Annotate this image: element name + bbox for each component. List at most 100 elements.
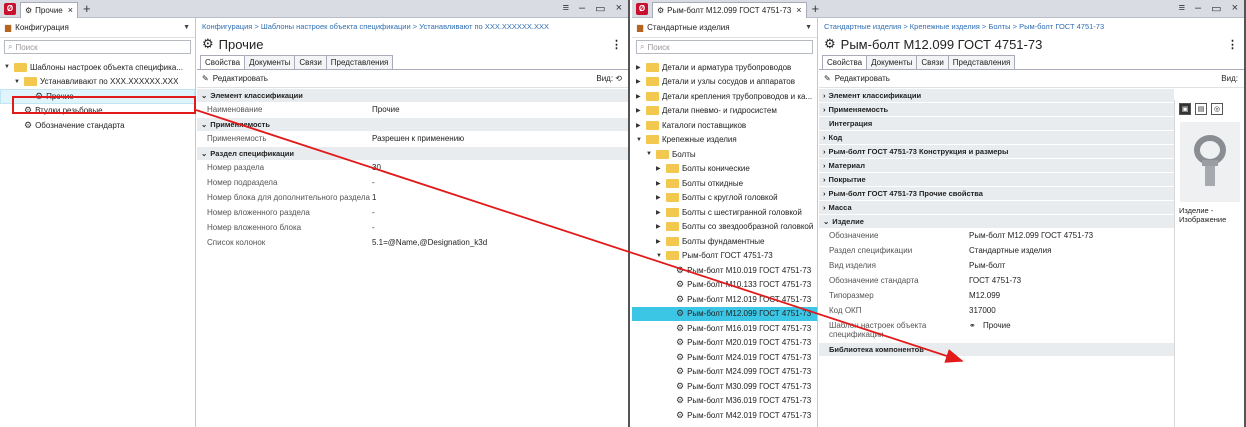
tree-folder[interactable]: ▶ Болты с шестигранной головкой bbox=[632, 205, 817, 220]
catalog-dropdown[interactable]: ▆ Стандартные изделия ▼ bbox=[632, 18, 817, 38]
expanded-arrow-icon[interactable]: ▼ bbox=[636, 137, 643, 143]
tab-0[interactable]: Свойства bbox=[200, 55, 246, 69]
collapsed-arrow-icon[interactable]: ▶ bbox=[656, 209, 663, 216]
document-icon[interactable]: ▤ bbox=[1195, 103, 1207, 115]
section-header[interactable]: ⌄ Раздел спецификации bbox=[197, 146, 628, 160]
section-header[interactable]: ⌄ Изделие bbox=[819, 214, 1174, 228]
tree-item[interactable]: ⚙ Рым-болт М12.019 ГОСТ 4751-73 bbox=[632, 292, 817, 307]
maximize-icon[interactable]: ▭ bbox=[1211, 2, 1221, 15]
section-header[interactable]: › Применяемость bbox=[819, 102, 1174, 116]
tree-item[interactable]: ⚙ Обозначение стандарта bbox=[0, 118, 195, 133]
tree-folder[interactable]: ▼ Болты bbox=[632, 147, 817, 162]
tree-folder[interactable]: ▶ Детали и узлы сосудов и аппаратов bbox=[632, 75, 817, 90]
tree-item-label: Рым-болт М12.019 ГОСТ 4751-73 bbox=[687, 294, 812, 304]
collapsed-arrow-icon[interactable]: ▶ bbox=[636, 122, 643, 129]
tree-folder[interactable]: ▶ Каталоги поставщиков bbox=[632, 118, 817, 133]
more-options-icon[interactable]: ⋮ bbox=[1227, 38, 1238, 51]
minimize-icon[interactable]: – bbox=[579, 2, 585, 15]
section-header[interactable]: › Материал bbox=[819, 158, 1174, 172]
close-tab-icon[interactable]: × bbox=[796, 5, 801, 15]
tab-3[interactable]: Представления bbox=[947, 55, 1016, 69]
close-window-icon[interactable]: × bbox=[616, 2, 622, 15]
collapsed-arrow-icon[interactable]: ▶ bbox=[636, 78, 643, 85]
tree-item[interactable]: ⚙ Рым-болт М24.099 ГОСТ 4751-73 bbox=[632, 365, 817, 380]
section-header[interactable]: Библиотека компонентов bbox=[819, 342, 1174, 356]
collapsed-arrow-icon[interactable]: ▶ bbox=[656, 180, 663, 187]
expanded-arrow-icon[interactable]: ▼ bbox=[646, 151, 653, 157]
folder-icon bbox=[646, 77, 659, 87]
new-tab-button[interactable]: + bbox=[83, 1, 91, 16]
edit-button[interactable]: Редактировать bbox=[213, 74, 268, 83]
tree-item[interactable]: ⚙ Рым-болт М36.019 ГОСТ 4751-73 bbox=[632, 394, 817, 409]
edit-button[interactable]: Редактировать bbox=[835, 74, 890, 83]
tree-folder[interactable]: ▶ Детали пневмо- и гидросистем bbox=[632, 104, 817, 119]
tree-folder[interactable]: ▶ Болты откидные bbox=[632, 176, 817, 191]
tree-folder[interactable]: ▶ Болты конические bbox=[632, 162, 817, 177]
expanded-arrow-icon[interactable]: ▼ bbox=[4, 64, 11, 70]
minimize-icon[interactable]: – bbox=[1195, 2, 1201, 15]
section-header[interactable]: › Масса bbox=[819, 200, 1174, 214]
collapsed-arrow-icon[interactable]: ▶ bbox=[656, 238, 663, 245]
tree-item[interactable]: ⚙ Рым-болт М20.019 ГОСТ 4751-73 bbox=[632, 336, 817, 351]
tree-item[interactable]: ⚙ Рым-болт М24.019 ГОСТ 4751-73 bbox=[632, 350, 817, 365]
section-header[interactable]: › Рым-болт ГОСТ 4751-73 Прочие свойства bbox=[819, 186, 1174, 200]
tree-item[interactable]: ⚙ Рым-болт М10.133 ГОСТ 4751-73 bbox=[632, 278, 817, 293]
tab-2[interactable]: Связи bbox=[916, 55, 949, 69]
new-tab-button[interactable]: + bbox=[812, 1, 820, 16]
tree-folder[interactable]: ▼ Рым-болт ГОСТ 4751-73 bbox=[632, 249, 817, 264]
view-selector[interactable]: Вид: bbox=[1221, 74, 1238, 83]
more-options-icon[interactable]: ⋮ bbox=[611, 38, 622, 51]
tab-2[interactable]: Связи bbox=[294, 55, 327, 69]
tree-item[interactable]: ⚙ Рым-болт М10.019 ГОСТ 4751-73 bbox=[632, 263, 817, 278]
section-header[interactable]: › Элемент классификации bbox=[819, 88, 1174, 102]
section-header[interactable]: ⌄ Элемент классификации bbox=[197, 88, 628, 102]
doc-tab[interactable]: ⚙ Рым-болт М12.099 ГОСТ 4751-73 × bbox=[652, 1, 807, 18]
tree-folder[interactable]: ▼ Крепежные изделия bbox=[632, 133, 817, 148]
tree-folder[interactable]: ▼ Шаблоны настроек объекта специфика... bbox=[0, 60, 195, 75]
close-window-icon[interactable]: × bbox=[1232, 2, 1238, 15]
catalog-dropdown[interactable]: ▆ Конфигурация ▼ bbox=[0, 18, 195, 38]
tree-item[interactable]: ⚙ Рым-болт М12.099 ГОСТ 4751-73 bbox=[632, 306, 817, 321]
breadcrumb[interactable]: Конфигурация > Шаблоны настроек объекта … bbox=[197, 18, 628, 34]
collapsed-arrow-icon[interactable]: ▶ bbox=[656, 194, 663, 201]
collapsed-arrow-icon[interactable]: ▶ bbox=[636, 64, 643, 71]
tab-0[interactable]: Свойства bbox=[822, 55, 868, 69]
tree-item-label: Рым-болт М24.099 ГОСТ 4751-73 bbox=[687, 367, 812, 377]
tree-folder[interactable]: ▶ Болты фундаментные bbox=[632, 234, 817, 249]
section-header[interactable]: › Рым-болт ГОСТ 4751-73 Конструкция и раз… bbox=[819, 144, 1174, 158]
collapsed-arrow-icon[interactable]: ▶ bbox=[656, 223, 663, 230]
tree-folder[interactable]: ▼ Устанавливают по XXX.XXXXXX.XXX bbox=[0, 75, 195, 90]
link-icon[interactable]: ⚭ bbox=[969, 321, 976, 330]
menu-icon[interactable]: ≡ bbox=[563, 2, 569, 15]
tree-folder[interactable]: ▶ Болты с круглой головкой bbox=[632, 191, 817, 206]
tab-1[interactable]: Документы bbox=[866, 55, 918, 69]
collapsed-arrow-icon[interactable]: ▶ bbox=[636, 107, 643, 114]
doc-tab[interactable]: ⚙ Прочие × bbox=[20, 1, 78, 18]
image-icon[interactable]: ▣ bbox=[1179, 103, 1191, 115]
tree-item[interactable]: ⚙ Рым-болт М42.019 ГОСТ 4751-73 bbox=[632, 408, 817, 423]
tree-item[interactable]: ⚙ Рым-болт М30.099 ГОСТ 4751-73 bbox=[632, 379, 817, 394]
breadcrumb[interactable]: Стандартные изделия > Крепежные изделия … bbox=[819, 18, 1244, 34]
search-input[interactable]: ⌕ Поиск bbox=[4, 40, 191, 54]
search-input[interactable]: ⌕ Поиск bbox=[636, 40, 813, 54]
section-header[interactable]: › Покрытие bbox=[819, 172, 1174, 186]
tree-item[interactable]: ⚙ Рым-болт М16.019 ГОСТ 4751-73 bbox=[632, 321, 817, 336]
tree-folder[interactable]: ▶ Детали крепления трубопроводов и ка... bbox=[632, 89, 817, 104]
menu-icon[interactable]: ≡ bbox=[1179, 2, 1185, 15]
close-tab-icon[interactable]: × bbox=[68, 5, 73, 15]
collapsed-arrow-icon[interactable]: ▶ bbox=[636, 93, 643, 100]
tree-folder[interactable]: ▶ Болты со звездообразной головкой bbox=[632, 220, 817, 235]
chevron-down-icon: ▼ bbox=[805, 24, 812, 31]
expanded-arrow-icon[interactable]: ▼ bbox=[656, 253, 663, 259]
collapsed-arrow-icon[interactable]: ▶ bbox=[656, 165, 663, 172]
tab-3[interactable]: Представления bbox=[325, 55, 394, 69]
view-selector[interactable]: Вид: ⟲ bbox=[596, 74, 622, 83]
tree-folder[interactable]: ▶ Детали и арматура трубопроводов bbox=[632, 60, 817, 75]
maximize-icon[interactable]: ▭ bbox=[595, 2, 605, 15]
tab-1[interactable]: Документы bbox=[244, 55, 296, 69]
section-header[interactable]: › Код bbox=[819, 130, 1174, 144]
model-3d-icon[interactable]: ◎ bbox=[1211, 103, 1223, 115]
expanded-arrow-icon[interactable]: ▼ bbox=[14, 79, 21, 85]
section-header[interactable]: ⌄ Применяемость bbox=[197, 117, 628, 131]
section-header[interactable]: Интеграция bbox=[819, 116, 1174, 130]
